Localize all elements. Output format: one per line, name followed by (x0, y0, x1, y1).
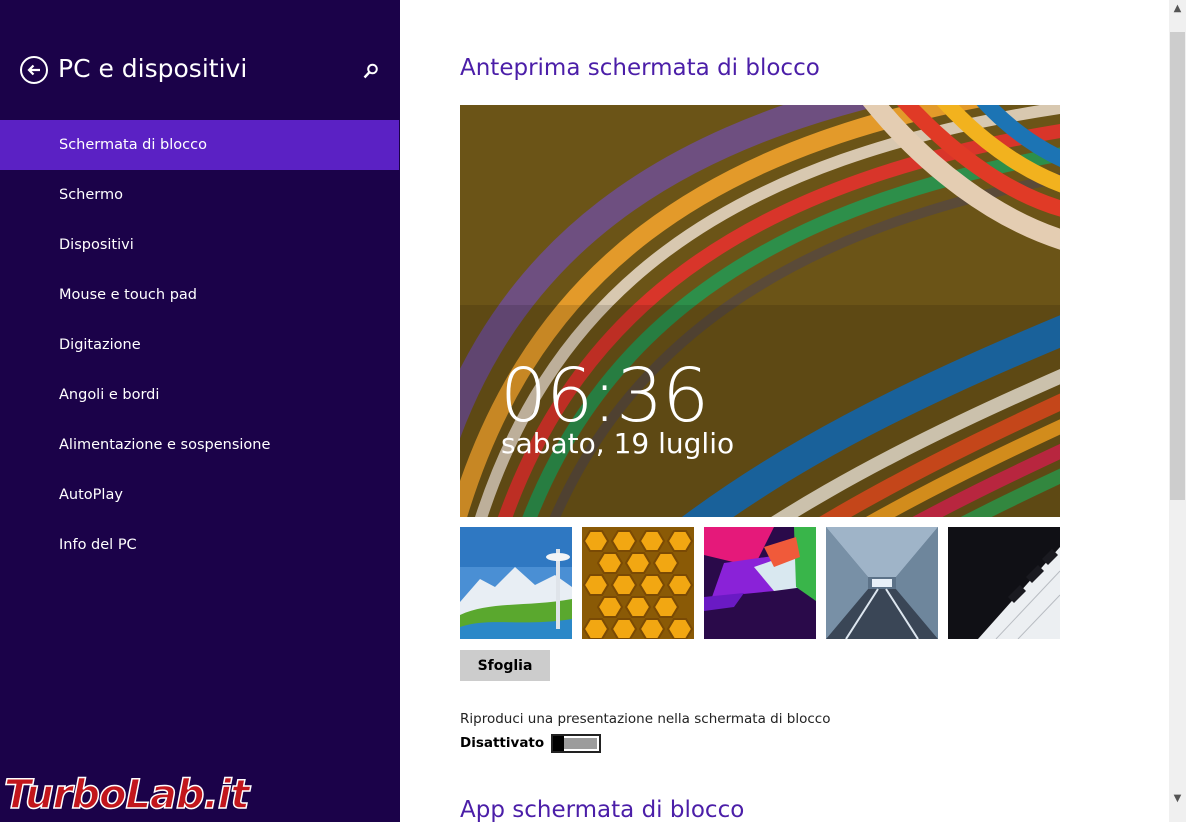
back-arrow-icon (27, 64, 40, 76)
sidebar-item-autoplay[interactable]: AutoPlay (0, 470, 399, 520)
watermark-logo: TurboLab.it (3, 771, 250, 819)
sidebar-title: PC e dispositivi (58, 54, 248, 83)
search-button[interactable] (362, 62, 380, 80)
sidebar-item-digitazione[interactable]: Digitazione (0, 320, 399, 370)
lock-screen-date: sabato, 19 luglio (501, 427, 735, 460)
sidebar-item-angoli-bordi[interactable]: Angoli e bordi (0, 370, 399, 420)
honeycomb-thumbnail[interactable] (582, 527, 694, 639)
sidebar-item-alimentazione[interactable]: Alimentazione e sospensione (0, 420, 399, 470)
slideshow-toggle[interactable] (551, 734, 601, 753)
sidebar: PC e dispositivi Schermata di blocco Sch… (0, 0, 400, 822)
lock-screen-preview: 06:36 sabato, 19 luglio (460, 105, 1060, 517)
scroll-up-arrow-icon[interactable]: ▲ (1169, 0, 1186, 17)
tunnel-thumbnail[interactable] (826, 527, 938, 639)
scroll-thumb[interactable] (1170, 32, 1185, 500)
sidebar-item-label: Schermata di blocco (59, 137, 207, 153)
scroll-down-arrow-icon[interactable]: ▼ (1169, 790, 1186, 807)
space-needle-thumbnail[interactable] (460, 527, 572, 639)
slideshow-toggle-state: Disattivato (460, 735, 545, 751)
sidebar-item-label: Alimentazione e sospensione (59, 437, 271, 453)
sidebar-item-label: Angoli e bordi (59, 387, 160, 403)
vertical-scrollbar[interactable]: ▲ ▼ (1169, 0, 1186, 822)
toggle-knob[interactable] (553, 736, 564, 751)
color-prism-thumbnail[interactable] (704, 527, 816, 639)
slideshow-label: Riproduci una presentazione nella scherm… (460, 711, 831, 727)
browse-button[interactable]: Sfoglia (460, 650, 550, 681)
sidebar-item-label: Schermo (59, 187, 123, 203)
sidebar-item-label: Info del PC (59, 537, 137, 553)
sidebar-item-label: Mouse e touch pad (59, 287, 197, 303)
toggle-track (564, 738, 597, 749)
section-title-lock-screen-apps: App schermata di blocco (460, 797, 745, 822)
back-button[interactable] (20, 56, 48, 84)
search-icon (363, 63, 378, 79)
sidebar-item-info-pc[interactable]: Info del PC (0, 520, 399, 570)
sidebar-item-label: AutoPlay (59, 487, 123, 503)
sidebar-item-label: Digitazione (59, 337, 141, 353)
sidebar-item-dispositivi[interactable]: Dispositivi (0, 220, 399, 270)
sidebar-item-label: Dispositivi (59, 237, 134, 253)
sidebar-item-schermata-di-blocco[interactable]: Schermata di blocco (0, 120, 399, 170)
piano-keys-thumbnail[interactable] (948, 527, 1060, 639)
sidebar-item-schermo[interactable]: Schermo (0, 170, 399, 220)
main-content: Anteprima schermata di blocco 06:36 saba… (400, 0, 1169, 822)
page-title: Anteprima schermata di blocco (460, 55, 820, 81)
sidebar-item-mouse-touch-pad[interactable]: Mouse e touch pad (0, 270, 399, 320)
